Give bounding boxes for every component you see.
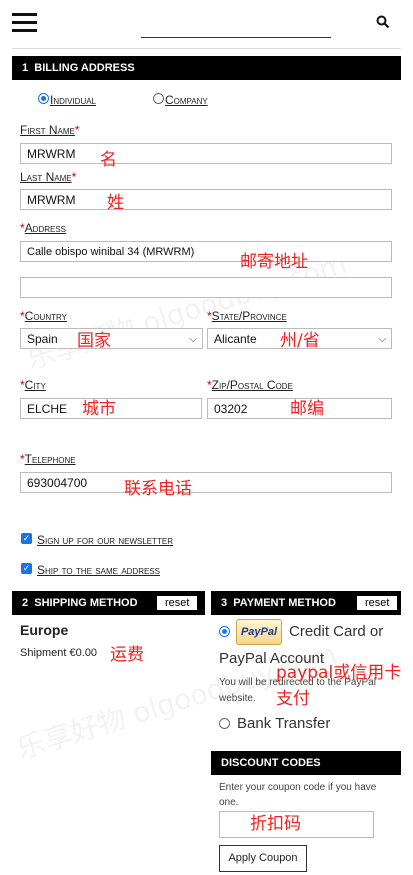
bank-transfer-radio[interactable]	[219, 718, 230, 729]
billing-section-header: 1 BILLING ADDRESS	[12, 56, 401, 80]
billing-section-title: BILLING ADDRESS	[34, 62, 135, 74]
first-name-input[interactable]: MRWRM	[20, 143, 392, 164]
apply-coupon-button[interactable]: Apply Coupon	[219, 845, 307, 872]
discount-instruction: Enter your coupon code if you have one.	[219, 782, 377, 808]
annotation-last-name: 姓	[107, 193, 124, 213]
newsletter-label[interactable]: Sign up for our newsletter	[37, 533, 173, 547]
shipping-reset-button[interactable]: reset	[157, 596, 198, 610]
annotation-address: 邮寄地址	[240, 252, 308, 272]
annotation-state: 州/省	[280, 331, 320, 351]
shipping-section-header: 2 SHIPPING METHOD reset	[12, 591, 205, 615]
address-input[interactable]: Calle obispo winibal 34 (MRWRM)	[20, 241, 392, 262]
annotation-country: 国家	[77, 331, 111, 351]
shipping-section-number: 2	[22, 597, 29, 609]
header-divider	[12, 48, 401, 49]
state-value: Alicante	[214, 332, 257, 346]
ship-same-address-checkbox[interactable]: ✓	[21, 563, 32, 574]
payment-reset-button[interactable]: reset	[357, 596, 398, 610]
last-name-label: Last Name*	[20, 170, 77, 184]
first-name-label: First Name*	[20, 123, 80, 137]
annotation-shipping-fee: 运费	[110, 645, 144, 665]
billing-section-number: 1	[22, 62, 29, 74]
zip-label: *Zip/Postal Code	[207, 378, 293, 392]
address-line2-input[interactable]	[20, 277, 392, 298]
hamburger-menu-icon[interactable]	[12, 13, 37, 33]
ship-same-address-label[interactable]: Ship to the same address	[37, 563, 160, 577]
city-label: *City	[20, 378, 46, 392]
paypal-logo: PayPal	[236, 619, 282, 645]
annotation-first-name: 名	[100, 150, 117, 170]
search-input[interactable]	[141, 22, 331, 38]
address-label: *Address	[20, 221, 67, 235]
annotation-payment: paypal或信用卡支付	[276, 663, 402, 709]
shipping-region: Europe	[20, 622, 69, 638]
telephone-input[interactable]: 693004700	[20, 472, 392, 493]
annotation-discount: 折扣码	[250, 814, 301, 834]
individual-radio[interactable]	[38, 93, 49, 104]
shipment-cost: Shipment €0.00	[20, 647, 98, 659]
payment-section-number: 3	[221, 597, 228, 609]
annotation-zip: 邮编	[290, 399, 324, 419]
payment-section-header: 3 PAYMENT METHOD reset	[211, 591, 401, 615]
newsletter-checkbox[interactable]: ✓	[21, 533, 32, 544]
country-value: Spain	[27, 332, 58, 346]
country-select[interactable]: Spain ⌵	[20, 328, 203, 349]
company-label[interactable]: Company	[165, 93, 208, 107]
telephone-label: *Telephone	[20, 452, 76, 466]
annotation-city: 城市	[82, 399, 116, 419]
chevron-down-icon: ⌵	[189, 334, 197, 345]
chevron-down-icon: ⌵	[378, 334, 386, 345]
country-label: *Country	[20, 309, 67, 323]
shipping-section-title: SHIPPING METHOD	[34, 597, 138, 609]
individual-label[interactable]: Individual	[50, 93, 96, 107]
last-name-input[interactable]: MRWRM	[20, 189, 392, 210]
state-label: *State/Province	[207, 309, 287, 323]
annotation-telephone: 联系电话	[124, 479, 192, 499]
search-icon[interactable]	[376, 15, 390, 29]
discount-section-title: DISCOUNT CODES	[221, 757, 321, 769]
payment-section-title: PAYMENT METHOD	[233, 597, 336, 609]
bank-transfer-label[interactable]: Bank Transfer	[237, 715, 330, 732]
company-radio[interactable]	[153, 93, 164, 104]
discount-section-header: DISCOUNT CODES	[211, 751, 401, 775]
paypal-radio[interactable]	[219, 626, 230, 637]
credit-card-paypal-label[interactable]: Credit Card or	[289, 623, 383, 640]
